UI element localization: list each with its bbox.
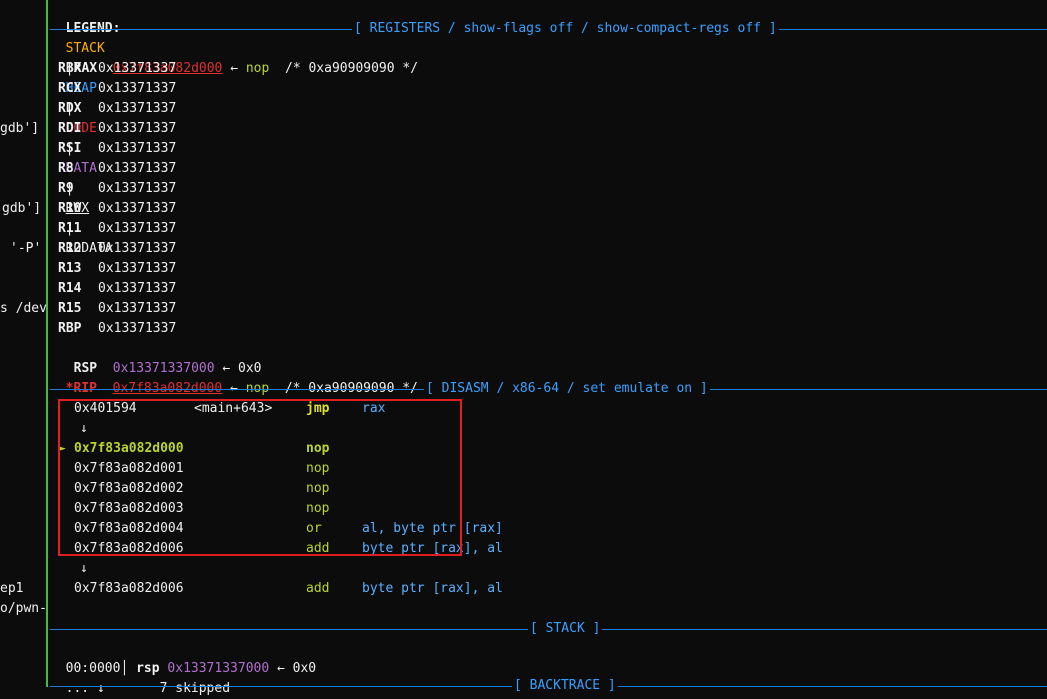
- register-name: R11: [58, 221, 82, 236]
- stack-skip-row: ... ↓ 7 skipped: [50, 659, 230, 699]
- register-instr: nop: [245, 61, 270, 76]
- register-name: RDX: [58, 101, 82, 116]
- left-fragment: o/pwn-: [0, 601, 46, 616]
- skip-arrow-icon: ↓: [96, 681, 105, 696]
- left-fragment: s /dev: [0, 301, 46, 316]
- register-value: 0x13371337: [98, 301, 177, 316]
- register-row: R13 0x13371337: [58, 259, 176, 279]
- highlight-box: [58, 399, 462, 556]
- left-fragment: ep1: [0, 581, 24, 596]
- deref-arrow: ←: [230, 61, 239, 76]
- register-name: RDI: [58, 121, 82, 136]
- register-value: 0x13371337: [98, 61, 177, 76]
- left-terminal-pane: gdb'] gdb'] '-P' s /dev ep1 o/pwn-: [0, 0, 46, 687]
- register-value: 0x13371337: [98, 81, 177, 96]
- register-row: R12 0x13371337: [58, 239, 176, 259]
- register-name: RBP: [58, 321, 82, 336]
- flow-arrow-icon: ↓: [80, 561, 88, 576]
- disasm-mnemonic: add: [306, 581, 330, 596]
- register-name: R12: [58, 241, 82, 256]
- register-row: RDI 0x13371337: [58, 119, 176, 139]
- deref-arrow: ←: [277, 661, 285, 676]
- register-row: R8 0x13371337: [58, 159, 176, 179]
- register-row-rip: *RIP 0x7f83a082d000 ← nop /* 0xa90909090…: [50, 359, 418, 399]
- register-name: R10: [58, 201, 82, 216]
- register-comment: /* 0xa90909090 */: [285, 61, 419, 76]
- register-value: 0x13371337: [98, 281, 177, 296]
- register-name: R13: [58, 261, 82, 276]
- register-value: 0x13371337: [98, 141, 177, 156]
- disasm-addr[interactable]: 0x7f83a082d006: [74, 579, 184, 599]
- backtrace-section-title: [ BACKTRACE ]: [512, 676, 618, 696]
- register-row: RCX 0x13371337: [58, 79, 176, 99]
- skip-dots: ...: [65, 681, 90, 696]
- left-fragment: '-P': [10, 241, 42, 256]
- register-row: RSI 0x13371337: [58, 139, 176, 159]
- register-value: 0x13371337: [98, 261, 177, 276]
- register-value: 0x13371337: [98, 101, 177, 116]
- register-row: R10 0x13371337: [58, 199, 176, 219]
- register-value: 0x13371337: [98, 161, 177, 176]
- stack-target: 0x0: [292, 661, 317, 676]
- register-row: R14 0x13371337: [58, 279, 176, 299]
- register-name: RSI: [58, 141, 82, 156]
- register-value: 0x13371337: [98, 121, 177, 136]
- register-value: 0x13371337: [98, 321, 177, 336]
- register-value: 0x13371337: [98, 181, 177, 196]
- disasm-section-title: [ DISASM / x86-64 / set emulate on ]: [424, 379, 710, 399]
- register-name: R15: [58, 301, 82, 316]
- left-fragment: gdb']: [2, 201, 42, 216]
- register-row: R11 0x13371337: [58, 219, 176, 239]
- skip-text: 7 skipped: [159, 681, 231, 696]
- register-value: 0x13371337: [98, 201, 177, 216]
- register-name: R8: [58, 161, 74, 176]
- registers-section-title: [ REGISTERS / show-flags off / show-comp…: [352, 19, 779, 39]
- register-row: R9 0x13371337: [58, 179, 176, 199]
- register-name: RBX: [58, 61, 82, 76]
- left-fragment: gdb']: [0, 121, 40, 136]
- disasm-operands: byte ptr [rax], al: [362, 581, 503, 596]
- register-value: 0x13371337: [98, 221, 177, 236]
- register-row: R15 0x13371337: [58, 299, 176, 319]
- register-value: 0x13371337: [98, 241, 177, 256]
- register-row: RDX 0x13371337: [58, 99, 176, 119]
- stack-section-title: [ STACK ]: [528, 619, 603, 639]
- register-name: R9: [58, 181, 74, 196]
- register-name: RCX: [58, 81, 82, 96]
- register-name: R14: [58, 281, 82, 296]
- register-row: RBP 0x13371337: [58, 319, 176, 339]
- pane-divider[interactable]: [46, 0, 48, 687]
- register-row: RBX 0x13371337: [58, 59, 176, 79]
